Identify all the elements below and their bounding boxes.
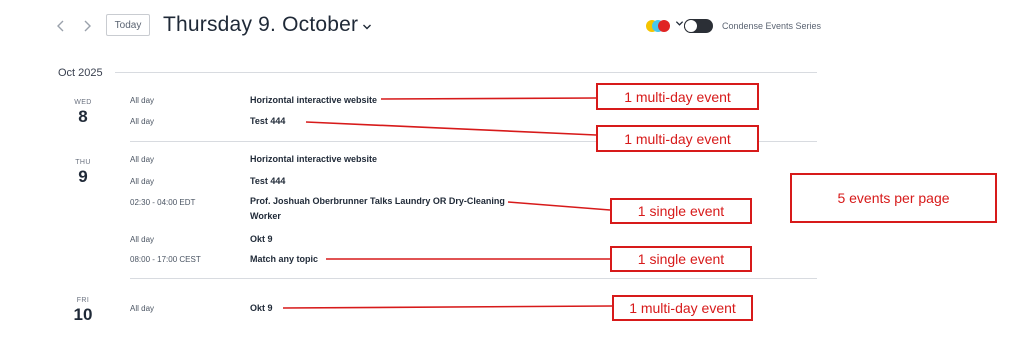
annotation-box: 1 multi-day event [596, 125, 759, 152]
annotation-line [507, 201, 611, 211]
annotation-line [282, 305, 613, 309]
annotation-line [305, 121, 597, 136]
annotation-box: 5 events per page [790, 173, 997, 223]
annotation-box: 1 single event [610, 198, 752, 224]
annotation-line [380, 97, 597, 100]
annotation-box: 1 single event [610, 246, 752, 272]
annotation-box: 1 multi-day event [596, 83, 759, 110]
annotation-box: 1 multi-day event [612, 295, 753, 321]
